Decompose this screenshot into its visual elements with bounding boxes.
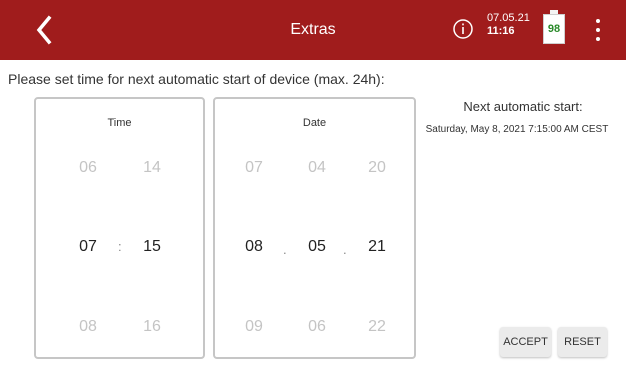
battery-body: 98 <box>543 14 565 44</box>
more-vertical-icon <box>596 19 600 23</box>
info-icon <box>453 19 473 39</box>
time-separator: : <box>118 239 122 254</box>
page-title: Extras <box>290 21 336 38</box>
year-prev[interactable]: 20 <box>357 159 397 177</box>
date-separator: . <box>283 242 287 257</box>
instruction-text: Please set time for next automatic start… <box>8 71 385 87</box>
day-next[interactable]: 09 <box>234 318 274 336</box>
minute-next[interactable]: 16 <box>132 318 172 336</box>
reset-button[interactable]: RESET <box>558 327 607 357</box>
hour-selected[interactable]: 07 <box>68 238 108 256</box>
menu-dot <box>596 37 600 41</box>
year-selected[interactable]: 21 <box>357 238 397 256</box>
status-date: 07.05.21 <box>487 12 530 24</box>
year-next[interactable]: 22 <box>357 318 397 336</box>
menu-dot <box>596 28 600 32</box>
info-button[interactable] <box>450 16 476 42</box>
next-start-label: Next automatic start: <box>463 99 583 114</box>
accept-button[interactable]: ACCEPT <box>500 327 551 357</box>
day-prev[interactable]: 07 <box>234 159 274 177</box>
hour-next[interactable]: 08 <box>68 318 108 336</box>
status-datetime: 07.05.21 11:16 <box>487 12 530 38</box>
battery-level: 98 <box>547 23 561 35</box>
month-selected[interactable]: 05 <box>297 238 337 256</box>
date-separator: . <box>343 242 347 257</box>
time-picker: Time 06 07 08 : 14 15 16 <box>34 97 205 359</box>
minute-selected[interactable]: 15 <box>132 238 172 256</box>
battery-indicator: 98 <box>543 10 565 46</box>
month-next[interactable]: 06 <box>297 318 337 336</box>
date-picker-label: Date <box>302 117 327 129</box>
app-bar: Extras 07.05.21 11:16 98 <box>0 0 626 60</box>
next-start-value: Saturday, May 8, 2021 7:15:00 AM CEST <box>425 124 609 135</box>
overflow-menu-button[interactable] <box>590 16 606 44</box>
hour-prev[interactable]: 06 <box>68 159 108 177</box>
time-picker-label: Time <box>107 117 132 129</box>
day-selected[interactable]: 08 <box>234 238 274 256</box>
month-prev[interactable]: 04 <box>297 159 337 177</box>
date-picker: Date 07 08 09 . 04 05 06 . 20 21 22 <box>213 97 416 359</box>
status-time: 11:16 <box>487 25 515 37</box>
minute-prev[interactable]: 14 <box>132 159 172 177</box>
